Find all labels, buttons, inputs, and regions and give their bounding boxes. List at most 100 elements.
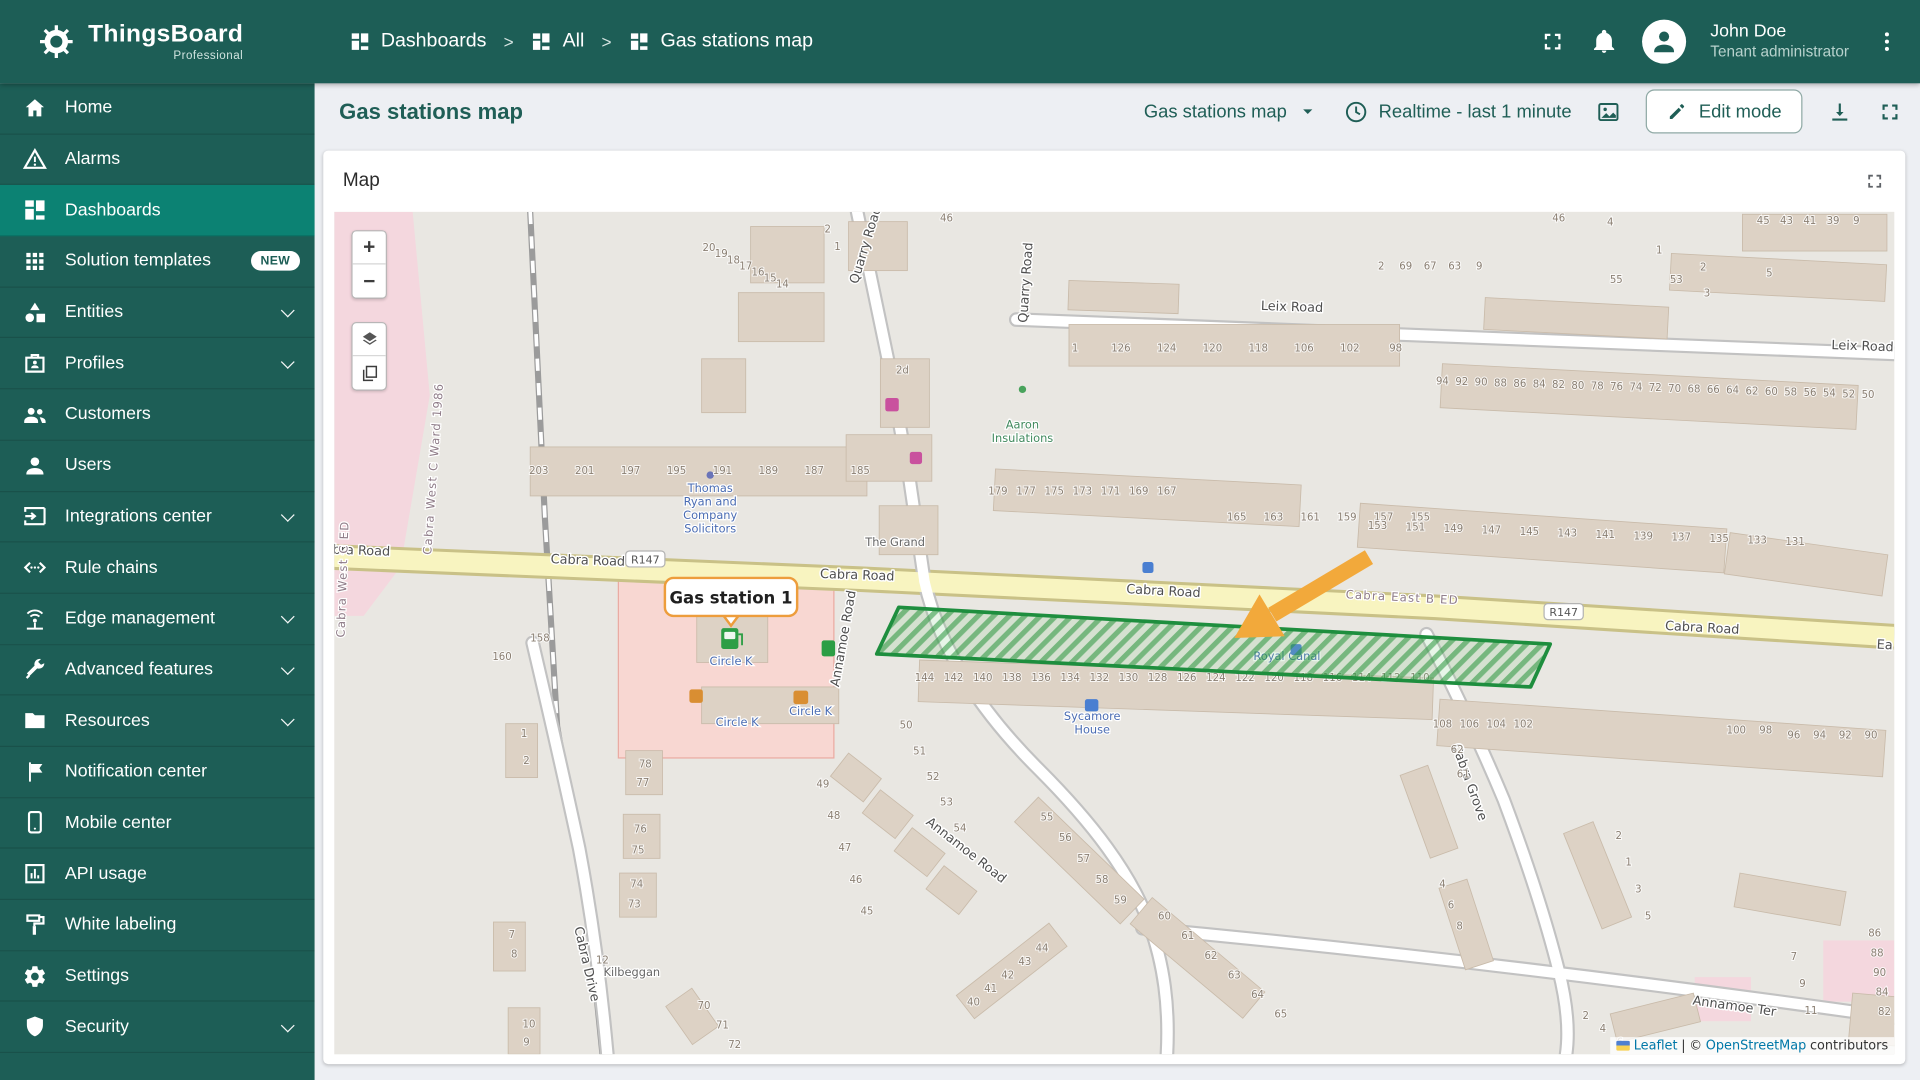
map-label: 49 [816,779,829,790]
edit-mode-button[interactable]: Edit mode [1646,89,1803,134]
sidebar: Home Alarms Dashboards Solution templates NE… [0,83,315,1080]
route-badge: R147 [1543,603,1584,621]
map-label: 173 [1073,487,1092,498]
api-icon [25,864,45,884]
widget-expand-icon[interactable] [1864,170,1886,192]
toolbar-fullscreen-icon[interactable] [1877,99,1903,125]
sidebar-item-white-labeling[interactable]: White labeling [0,900,315,952]
sidebar-item-entities[interactable]: Entities [0,287,315,339]
bus-stop-icon [1142,562,1154,574]
image-export-icon[interactable] [1596,99,1622,125]
map[interactable]: Royal Canal [334,211,1895,1055]
sidebar-item-integrations-center[interactable]: Integrations center [0,492,315,543]
map-label: 143 [1558,528,1577,539]
main-content: Gas stations map Gas stations map Realti… [314,83,1920,1080]
dashboard-selector[interactable]: Gas stations map [1144,100,1319,122]
map-label: 187 [805,466,824,477]
sidebar-item-label: Rule chains [64,557,158,578]
breadcrumb-separator: > [601,31,612,52]
map-label: 134 [1061,673,1080,684]
layers-control [351,322,387,391]
map-label: 52 [927,772,940,783]
sidebar-item-users[interactable]: Users [0,441,315,492]
breadcrumb-gas-stations-map[interactable]: Gas stations map [629,31,813,53]
avatar[interactable] [1641,19,1686,64]
osm-link[interactable]: OpenStreetMap [1706,1038,1807,1053]
map-label: 92 [1455,377,1468,388]
leaflet-map[interactable]: Royal Canal [334,211,1895,1055]
map-label: 98 [1759,725,1772,736]
sidebar-item-advanced-features[interactable]: Advanced features [0,645,315,696]
sidebar-item-security[interactable]: Security [0,1002,315,1054]
map-label: 195 [667,466,686,477]
clothes-shop-icon [885,397,899,412]
zoom-out-button[interactable]: − [352,264,386,298]
map-label: 60 [1765,387,1778,398]
user-info[interactable]: John Doe Tenant administrator [1710,21,1849,62]
breadcrumb-all[interactable]: All [531,31,584,53]
map-label: 8 [1456,921,1462,932]
map-pages-button[interactable] [352,356,386,390]
breadcrumb-dashboards[interactable]: Dashboards [349,31,486,53]
map-label: 75 [631,845,644,856]
sidebar-item-mobile-center[interactable]: Mobile center [0,798,315,849]
settings-icon [24,965,45,987]
chevron-down-icon [280,1018,295,1033]
sidebar-item-settings[interactable]: Settings [0,951,315,1003]
map-label: 4 [1439,880,1445,891]
map-label: Solicitors [684,522,736,536]
timewindow-button[interactable]: Realtime - last 1 minute [1343,99,1572,125]
zoom-in-button[interactable]: + [352,231,386,265]
map-label: Ea [1876,638,1893,654]
map-label: 133 [1747,536,1766,547]
integrations-icon [24,507,46,526]
fullscreen-icon[interactable] [1539,28,1566,55]
map-label: 153 [1368,521,1387,532]
new-badge: NEW [250,251,301,272]
map-label: 45 [1757,216,1770,227]
sidebar-item-alarms[interactable]: Alarms [0,134,315,186]
map-label: 6 [1448,901,1454,912]
leaflet-link[interactable]: Leaflet [1634,1038,1678,1053]
map-label: 141 [1596,530,1615,541]
sidebar-item-label: Home [64,98,113,118]
notifications-bell-icon[interactable] [1590,28,1617,55]
map-label: 74 [630,880,643,891]
map-label: 66 [1707,385,1720,396]
map-label: Circle K [716,715,760,729]
map-label: 73 [628,899,641,910]
sidebar-item-customers[interactable]: Customers [0,390,315,441]
map-label: 20 [703,243,716,254]
chevron-down-icon [280,507,295,522]
sidebar-item-dashboards[interactable]: Dashboards [0,185,315,237]
map-label: 144 [915,673,934,684]
sidebar-item-label: Entities [64,302,124,323]
map-label: Thomas [687,481,733,495]
map-label: 67 [1424,261,1437,272]
sidebar-item-edge-management[interactable]: Edge management [0,594,315,645]
dashboard-selector-value: Gas stations map [1143,101,1287,122]
sidebar-item-solution-templates[interactable]: Solution templates NEW [0,236,315,288]
kebab-menu-icon[interactable] [1873,28,1900,55]
sidebar-item-profiles[interactable]: Profiles [0,338,315,390]
sidebar-item-api-usage[interactable]: API usage [0,849,315,901]
download-icon[interactable] [1827,99,1853,125]
map-label: 145 [1520,527,1539,538]
map-label: 46 [849,875,862,886]
map-label: 7 [1791,952,1797,963]
map-label: 100 [1727,725,1746,736]
map-label: Cabra Road [550,552,625,570]
poi-dot-icon [1018,385,1027,394]
map-label: 45 [860,907,873,918]
sidebar-item-home[interactable]: Home [0,83,315,135]
sidebar-item-notification-center[interactable]: Notification center [0,747,315,798]
map-label: 137 [1672,533,1691,544]
user-role: Tenant administrator [1710,43,1849,61]
map-layers-button[interactable] [352,323,386,357]
sidebar-item-rule-chains[interactable]: Rule chains [0,543,315,594]
map-label: Aaron [1006,418,1039,432]
brand-logo[interactable]: ThingsBoard Professional [0,22,315,62]
sidebar-item-resources[interactable]: Resources [0,696,315,747]
map-label: 90 [1475,378,1488,389]
map-label: 50 [900,721,913,732]
